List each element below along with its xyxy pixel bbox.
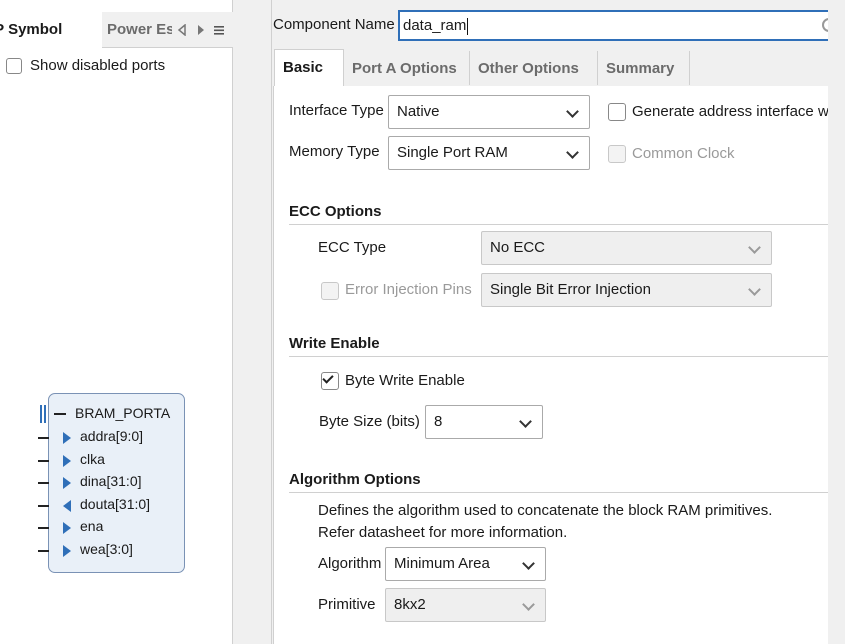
scrollbar-track[interactable] bbox=[828, 0, 845, 644]
interface-type-label: Interface Type bbox=[289, 102, 384, 119]
algorithm-label: Algorithm bbox=[318, 555, 382, 572]
error-injection-checkbox[interactable] bbox=[321, 282, 339, 300]
port-label: clka bbox=[80, 451, 105, 467]
byte-size-dropdown[interactable]: 8 bbox=[425, 405, 543, 439]
memory-type-label: Memory Type bbox=[289, 143, 380, 160]
basic-tab-content: Interface Type Native Generate address i… bbox=[273, 86, 832, 644]
show-disabled-ports-label: Show disabled ports bbox=[30, 57, 166, 74]
algorithm-description-1: Defines the algorithm used to concatenat… bbox=[318, 502, 773, 519]
component-name-label: Component Name bbox=[273, 16, 395, 33]
tab-power-estimation[interactable]: Power Estimation bbox=[102, 12, 172, 48]
port-input-arrow-icon bbox=[63, 522, 71, 534]
config-tabs: Basic Port A Options Other Options Summa… bbox=[272, 49, 828, 86]
left-tab-strip: IP Symbol Power Estimation bbox=[0, 12, 233, 48]
generate-address-label: Generate address interface with 32 bits bbox=[632, 103, 832, 120]
port-label: ena bbox=[80, 518, 104, 534]
left-panel: IP Symbol Power Estimation Show disabled… bbox=[0, 0, 233, 644]
tab-port-a-options[interactable]: Port A Options bbox=[344, 51, 470, 85]
tab-other-options[interactable]: Other Options bbox=[470, 51, 598, 85]
primitive-label: Primitive bbox=[318, 596, 376, 613]
tab-summary[interactable]: Summary bbox=[598, 51, 690, 85]
error-injection-dropdown[interactable]: Single Bit Error Injection bbox=[481, 273, 772, 307]
component-name-input[interactable]: data_ram bbox=[398, 10, 838, 41]
port-label: wea[3:0] bbox=[80, 541, 133, 557]
tab-basic[interactable]: Basic bbox=[274, 49, 344, 86]
tab-ip-symbol[interactable]: IP Symbol bbox=[0, 12, 102, 48]
chevron-down-icon bbox=[748, 241, 761, 254]
write-enable-title: Write Enable bbox=[289, 335, 380, 352]
tab-scroll-right-icon[interactable] bbox=[195, 24, 207, 36]
collapse-icon[interactable] bbox=[54, 413, 66, 415]
port-input-arrow-icon bbox=[63, 432, 71, 444]
primitive-dropdown[interactable]: 8kx2 bbox=[385, 588, 546, 622]
interface-type-dropdown[interactable]: Native bbox=[388, 95, 590, 129]
chevron-down-icon bbox=[519, 415, 532, 428]
byte-size-label: Byte Size (bits) bbox=[319, 413, 420, 430]
splitter[interactable] bbox=[233, 0, 272, 644]
port-label: douta[31:0] bbox=[80, 496, 151, 512]
algorithm-options-title: Algorithm Options bbox=[289, 471, 421, 488]
ecc-options-title: ECC Options bbox=[289, 203, 382, 220]
ecc-type-label: ECC Type bbox=[318, 239, 387, 256]
port-input-arrow-icon bbox=[63, 477, 71, 489]
port-output-arrow-icon bbox=[63, 500, 71, 512]
byte-write-enable-label: Byte Write Enable bbox=[345, 372, 465, 389]
common-clock-label: Common Clock bbox=[632, 145, 735, 162]
byte-write-enable-checkbox[interactable] bbox=[321, 372, 339, 390]
tab-scroll-left-icon[interactable] bbox=[176, 24, 188, 36]
memory-type-dropdown[interactable]: Single Port RAM bbox=[388, 136, 590, 170]
chevron-down-icon bbox=[748, 283, 761, 296]
chevron-down-icon bbox=[566, 146, 579, 159]
port-input-arrow-icon bbox=[63, 545, 71, 557]
tab-menu-icon[interactable] bbox=[213, 24, 225, 36]
port-label: dina[31:0] bbox=[80, 473, 142, 489]
port-label: addra[9:0] bbox=[80, 428, 144, 444]
algorithm-dropdown[interactable]: Minimum Area bbox=[385, 547, 546, 581]
port-input-arrow-icon bbox=[63, 455, 71, 467]
chevron-down-icon bbox=[566, 105, 579, 118]
algorithm-description-2: Refer datasheet for more information. bbox=[318, 524, 568, 541]
check-icon bbox=[322, 372, 334, 384]
error-injection-label: Error Injection Pins bbox=[345, 281, 472, 298]
show-disabled-ports-checkbox[interactable] bbox=[6, 58, 22, 74]
bus-handle-icon[interactable] bbox=[40, 405, 42, 423]
chevron-down-icon bbox=[522, 557, 535, 570]
common-clock-checkbox[interactable] bbox=[608, 145, 626, 163]
chevron-down-icon bbox=[522, 598, 535, 611]
generate-address-checkbox[interactable] bbox=[608, 103, 626, 121]
ecc-type-dropdown[interactable]: No ECC bbox=[481, 231, 772, 265]
interface-name: BRAM_PORTA bbox=[75, 405, 171, 421]
